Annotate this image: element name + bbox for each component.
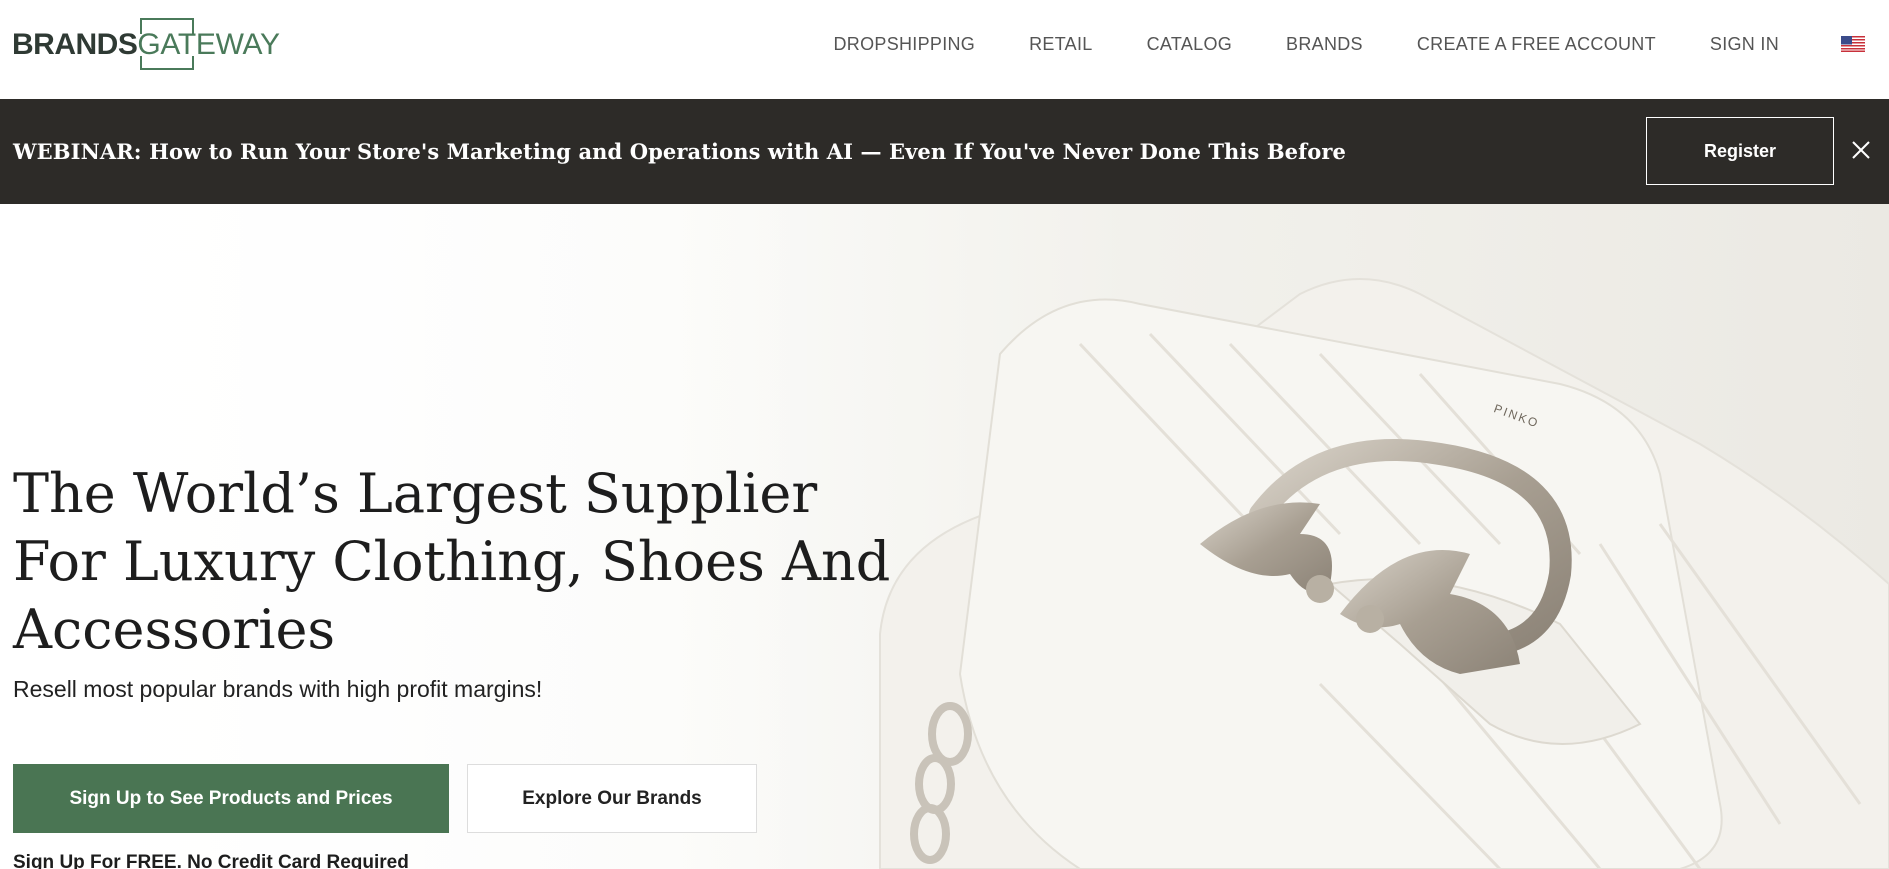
signup-fine-print: Sign Up For FREE. No Credit Card Require… [13,852,409,869]
nav-sign-in[interactable]: SIGN IN [1710,34,1779,55]
nav-dropshipping[interactable]: DROPSHIPPING [833,34,975,55]
register-button[interactable]: Register [1646,117,1834,185]
nav-retail[interactable]: RETAIL [1029,34,1092,55]
hero-title: The World’s Largest Supplier For Luxury … [13,462,891,661]
hero-subtitle: Resell most popular brands with high pro… [13,676,543,702]
hero-section: PINKO The World’s Largest Supplier For L… [0,204,1889,869]
us-flag-graphic [1841,36,1865,52]
logo-text-bold: BRANDS [12,28,138,61]
webinar-banner: WEBINAR: How to Run Your Store's Marketi… [0,99,1889,204]
explore-brands-button[interactable]: Explore Our Brands [467,764,757,833]
sign-up-button[interactable]: Sign Up to See Products and Prices [13,764,449,833]
close-icon[interactable] [1850,139,1872,161]
site-header: BRANDS GATEWAY DROPSHIPPING RETAIL CATALO… [0,0,1889,99]
nav-brands[interactable]: BRANDS [1286,34,1363,55]
logo[interactable]: BRANDS GATEWAY [12,18,292,72]
main-nav: DROPSHIPPING RETAIL CATALOG BRANDS CREAT… [833,0,1889,88]
banner-text: WEBINAR: How to Run Your Store's Marketi… [13,139,1346,164]
nav-catalog[interactable]: CATALOG [1147,34,1232,55]
logo-text-light: GATEWAY [137,28,280,61]
nav-create-account[interactable]: CREATE A FREE ACCOUNT [1417,34,1656,55]
us-flag-icon[interactable] [1841,36,1865,53]
